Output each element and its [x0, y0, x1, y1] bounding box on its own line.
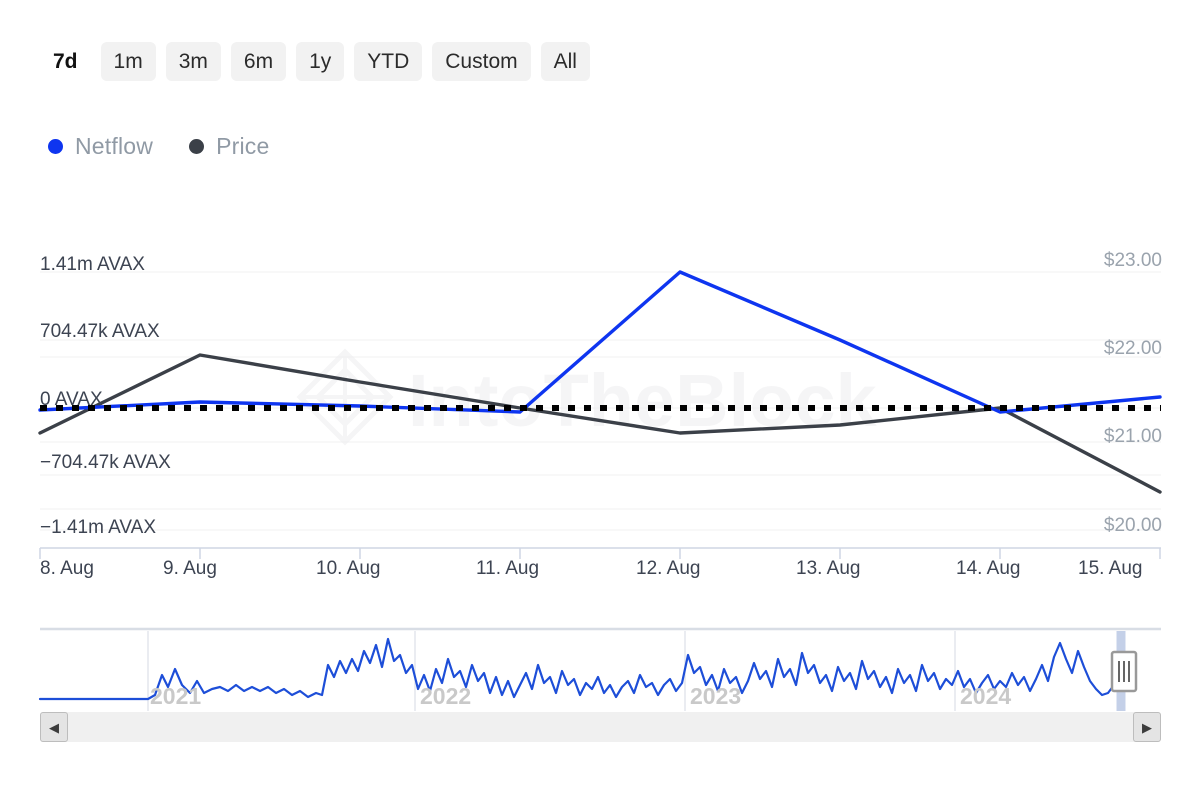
range-selector: 7d 1m 3m 6m 1y YTD Custom All [40, 42, 590, 81]
range-button-7d[interactable]: 7d [40, 42, 91, 81]
legend-item-netflow[interactable]: Netflow [48, 133, 153, 160]
navigator-handle-right[interactable] [1112, 652, 1136, 691]
x-axis-tick-4: 12. Aug [636, 558, 700, 580]
main-chart[interactable]: IntoTheBlock 1.41m AVAX 704. [0, 230, 1200, 590]
x-axis-tick-2: 10. Aug [316, 558, 380, 580]
legend-item-price[interactable]: Price [189, 133, 269, 160]
range-button-ytd[interactable]: YTD [354, 42, 422, 81]
y-axis-right-label-1: $22.00 [1104, 338, 1162, 360]
chart-legend: Netflow Price [48, 133, 270, 160]
navigator-year-2023: 2023 [690, 683, 741, 710]
x-axis-tick-3: 11. Aug [476, 558, 539, 580]
legend-label-netflow: Netflow [75, 133, 153, 160]
x-axis-tick-6: 14. Aug [956, 558, 1020, 580]
chevron-right-icon: ▶ [1142, 721, 1152, 734]
chevron-left-icon: ◀ [49, 721, 59, 734]
legend-dot-netflow-icon [48, 139, 63, 154]
x-axis-tick-1: 9. Aug [163, 558, 217, 580]
y-axis-left-label-2: 0 AVAX [40, 389, 103, 411]
chart-navigator[interactable]: 2021 2022 2023 2024 [0, 615, 1200, 725]
legend-dot-price-icon [189, 139, 204, 154]
legend-label-price: Price [216, 133, 269, 160]
navigator-year-separators [148, 631, 955, 711]
y-axis-right-label-3: $20.00 [1104, 515, 1162, 537]
chart-page: 7d 1m 3m 6m 1y YTD Custom All Netflow Pr… [0, 0, 1200, 800]
x-axis-tick-5: 13. Aug [796, 558, 860, 580]
range-button-custom[interactable]: Custom [432, 42, 530, 81]
range-button-all[interactable]: All [541, 42, 590, 81]
x-axis-tick-0: 8. Aug [40, 558, 94, 580]
scrollbar-left-button[interactable]: ◀ [40, 712, 68, 742]
y-axis-right-label-0: $23.00 [1104, 250, 1162, 272]
x-axis-tick-7: 15. Aug [1078, 558, 1142, 580]
range-button-1y[interactable]: 1y [296, 42, 344, 81]
chart-scrollbar[interactable]: ◀ ▶ [40, 712, 1161, 742]
main-chart-svg: IntoTheBlock [0, 230, 1200, 590]
navigator-year-2024: 2024 [960, 683, 1011, 710]
range-button-1m[interactable]: 1m [101, 42, 156, 81]
y-axis-left-label-3: −704.47k AVAX [40, 452, 171, 474]
y-axis-left-label-0: 1.41m AVAX [40, 254, 145, 276]
navigator-year-2022: 2022 [420, 683, 471, 710]
range-button-6m[interactable]: 6m [231, 42, 286, 81]
range-button-3m[interactable]: 3m [166, 42, 221, 81]
scrollbar-right-button[interactable]: ▶ [1133, 712, 1161, 742]
navigator-year-2021: 2021 [150, 683, 201, 710]
y-axis-left-label-4: −1.41m AVAX [40, 517, 156, 539]
y-axis-right-label-2: $21.00 [1104, 426, 1162, 448]
y-axis-left-label-1: 704.47k AVAX [40, 321, 160, 343]
